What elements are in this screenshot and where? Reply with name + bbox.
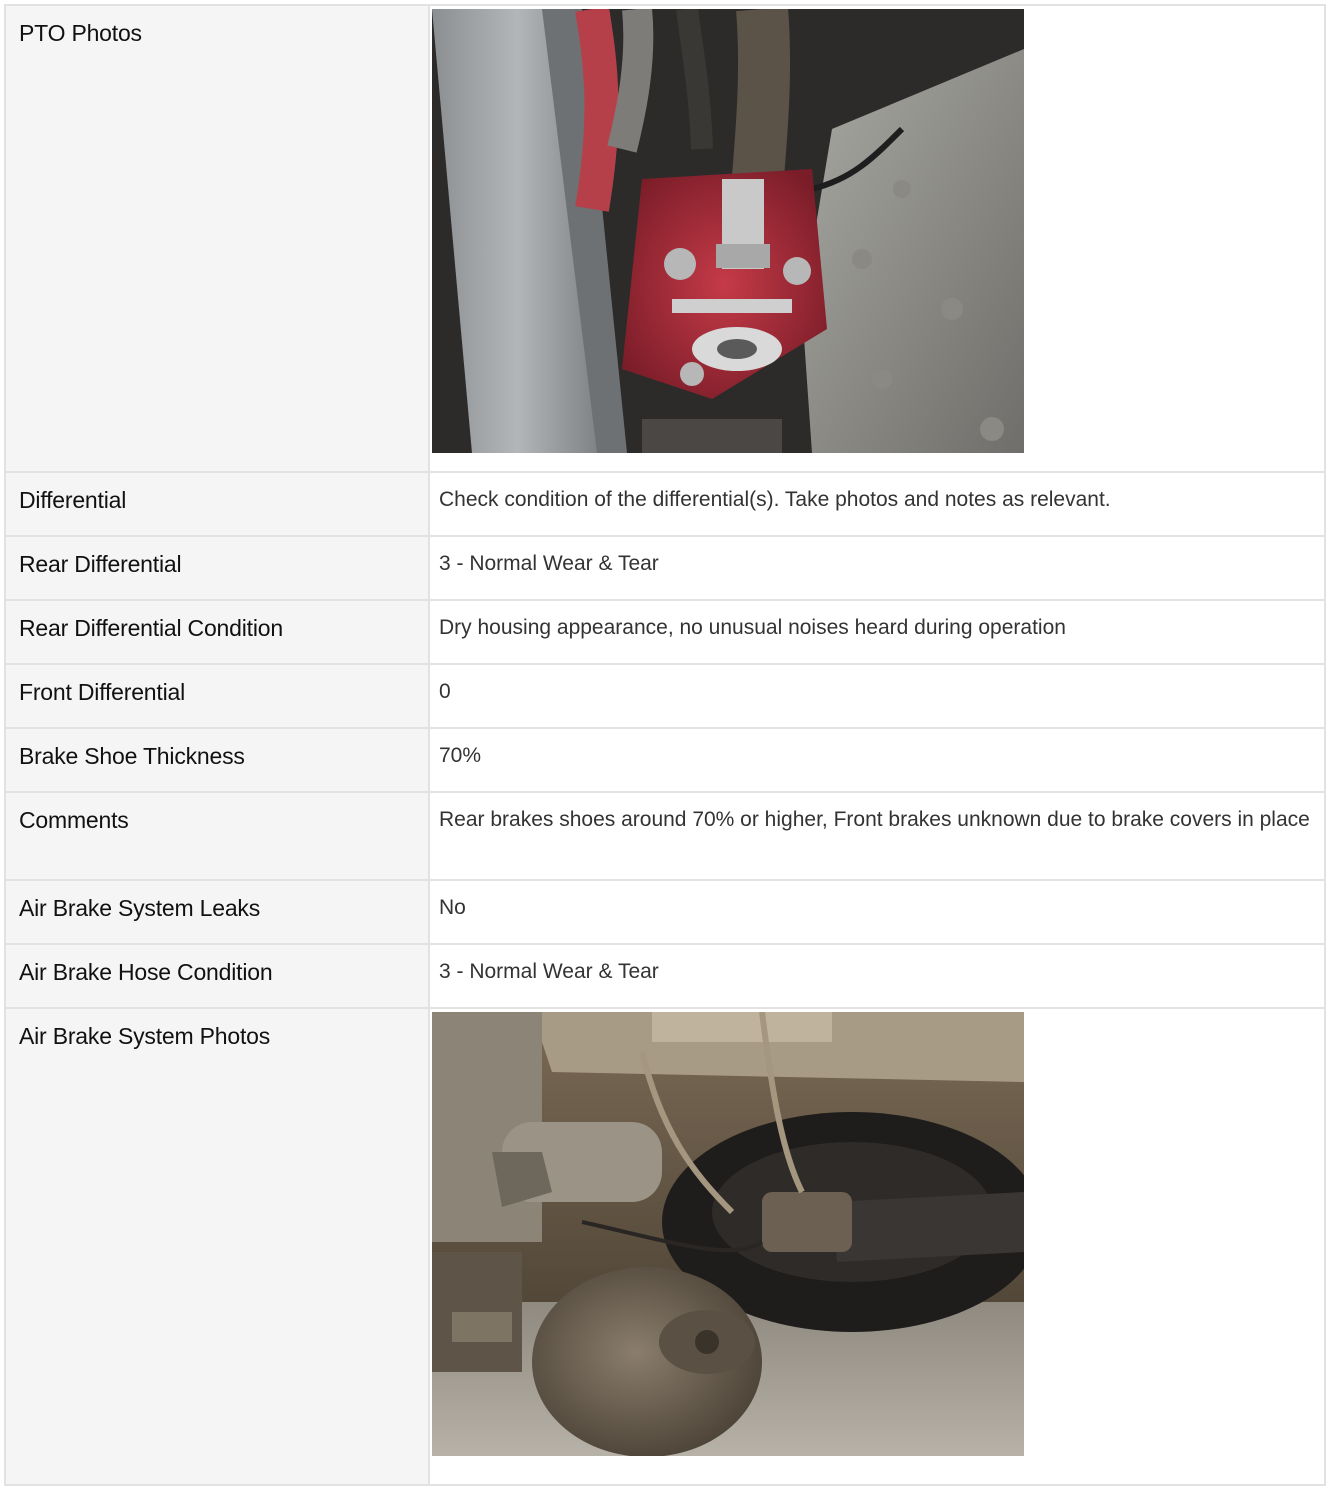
pto-photo[interactable] [432, 9, 1024, 453]
row-value: 3 - Normal Wear & Tear [428, 943, 1326, 1009]
table-row: Comments Rear brakes shoes around 70% or… [4, 791, 1326, 881]
row-label: Air Brake Hose Condition [4, 943, 430, 1009]
air-brake-photo-cell [428, 1007, 1326, 1486]
pto-photo-image [432, 9, 1024, 453]
row-label: Air Brake System Photos [4, 1007, 430, 1486]
table-row: Air Brake System Leaks No [4, 879, 1326, 945]
table-row: Rear Differential 3 - Normal Wear & Tear [4, 535, 1326, 601]
row-value: Dry housing appearance, no unusual noise… [428, 599, 1326, 665]
row-label: Front Differential [4, 663, 430, 729]
inspection-report-table: PTO Photos Differential Check condition … [4, 4, 1326, 1486]
row-value: No [428, 879, 1326, 945]
row-label-text: Front Differential [19, 679, 185, 705]
row-value: 70% [428, 727, 1326, 793]
row-label: Rear Differential [4, 535, 430, 601]
row-label-text: Comments [19, 807, 129, 833]
row-label-text: Air Brake Hose Condition [19, 959, 273, 985]
table-row: Air Brake Hose Condition 3 - Normal Wear… [4, 943, 1326, 1009]
row-label: Air Brake System Leaks [4, 879, 430, 945]
row-label-text: Rear Differential Condition [19, 615, 283, 641]
row-value: 3 - Normal Wear & Tear [428, 535, 1326, 601]
table-row: Front Differential 0 [4, 663, 1326, 729]
table-row: Differential Check condition of the diff… [4, 471, 1326, 537]
row-label: Differential [4, 471, 430, 537]
row-value: 0 [428, 663, 1326, 729]
table-row: Air Brake System Photos [4, 1007, 1326, 1486]
pto-photo-cell [428, 4, 1326, 473]
row-label: PTO Photos [4, 4, 430, 473]
row-label: Rear Differential Condition [4, 599, 430, 665]
table-row: Brake Shoe Thickness 70% [4, 727, 1326, 793]
row-label-text: Air Brake System Leaks [19, 895, 261, 921]
row-label-text: Brake Shoe Thickness [19, 743, 245, 769]
table-row: PTO Photos [4, 4, 1326, 473]
row-label-text: Differential [19, 487, 127, 513]
air-brake-photo[interactable] [432, 1012, 1024, 1456]
row-value: Rear brakes shoes around 70% or higher, … [428, 791, 1326, 881]
row-value: Check condition of the differential(s). … [428, 471, 1326, 537]
table-row: Rear Differential Condition Dry housing … [4, 599, 1326, 665]
row-label-text: PTO Photos [19, 20, 142, 46]
row-label-text: Air Brake System Photos [19, 1023, 271, 1049]
row-label-text: Rear Differential [19, 551, 182, 577]
row-label: Brake Shoe Thickness [4, 727, 430, 793]
air-brake-photo-image [432, 1012, 1024, 1456]
row-label: Comments [4, 791, 430, 881]
